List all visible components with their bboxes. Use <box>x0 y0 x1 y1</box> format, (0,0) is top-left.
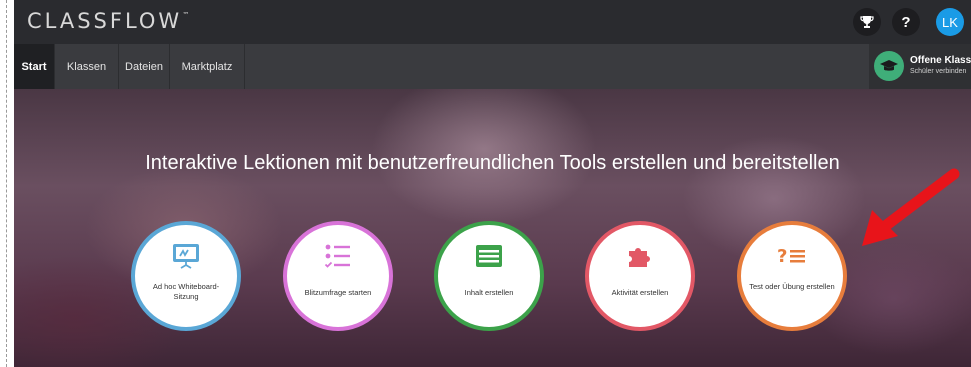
nav-bar: Start Klassen Dateien Marktplatz <box>14 44 971 89</box>
create-quiz-label: Test oder Übung erstellen <box>749 282 835 291</box>
tab-dateien-label: Dateien <box>125 60 163 73</box>
nav-divider <box>244 44 245 89</box>
create-quiz-button[interactable]: ? Test oder Übung erstellen <box>737 221 847 331</box>
hero-headline: Interaktive Lektionen mit benutzerfreund… <box>145 152 840 174</box>
tab-dateien[interactable]: Dateien <box>119 44 169 89</box>
whiteboard-session-button[interactable]: Ad hoc Whiteboard-Sitzung <box>131 221 241 331</box>
checklist-icon <box>324 244 350 268</box>
classflow-app: CLASSFLOW™ ? LK Start Klassen Dateien Ma… <box>14 0 971 367</box>
trophy-icon <box>860 16 874 28</box>
create-activity-button[interactable]: Aktivität erstellen <box>585 221 695 331</box>
content-icon <box>476 245 502 267</box>
avatar-initials: LK <box>942 14 958 30</box>
whiteboard-icon <box>173 244 199 269</box>
classflow-logo[interactable]: CLASSFLOW™ <box>27 9 189 33</box>
tab-marktplatz-label: Marktplatz <box>181 60 233 73</box>
top-bar: CLASSFLOW™ ? LK <box>14 0 971 44</box>
trophy-button[interactable] <box>853 8 881 36</box>
quiz-icon: ? <box>777 246 805 267</box>
create-activity-label: Aktivität erstellen <box>611 288 669 297</box>
quick-poll-label: Blitzumfrage starten <box>304 288 372 297</box>
red-arrow-icon <box>862 168 960 246</box>
graduation-cap-icon <box>874 51 904 81</box>
user-avatar[interactable]: LK <box>936 8 964 36</box>
tab-marktplatz[interactable]: Marktplatz <box>170 44 244 89</box>
open-class-title: Offene Klasse <box>910 55 971 66</box>
hero-section: Interaktive Lektionen mit benutzerfreund… <box>14 89 971 367</box>
help-button[interactable]: ? <box>892 8 920 36</box>
tab-klassen-label: Klassen <box>66 60 107 73</box>
tab-start[interactable]: Start <box>14 44 54 89</box>
quick-poll-button[interactable]: Blitzumfrage starten <box>283 221 393 331</box>
help-icon: ? <box>901 13 911 31</box>
create-content-label: Inhalt erstellen <box>464 288 514 297</box>
whiteboard-session-label: Ad hoc Whiteboard-Sitzung <box>152 282 220 301</box>
tab-start-label: Start <box>21 60 47 73</box>
tab-klassen[interactable]: Klassen <box>55 44 118 89</box>
connect-students-label: Schüler verbinden <box>910 68 967 75</box>
create-content-button[interactable]: Inhalt erstellen <box>434 221 544 331</box>
svg-text:?: ? <box>777 246 787 267</box>
trademark: ™ <box>182 11 190 19</box>
open-class-button[interactable]: Offene Klasse Schüler verbinden <box>869 44 971 89</box>
page-border <box>6 0 7 367</box>
puzzle-icon <box>629 248 650 267</box>
